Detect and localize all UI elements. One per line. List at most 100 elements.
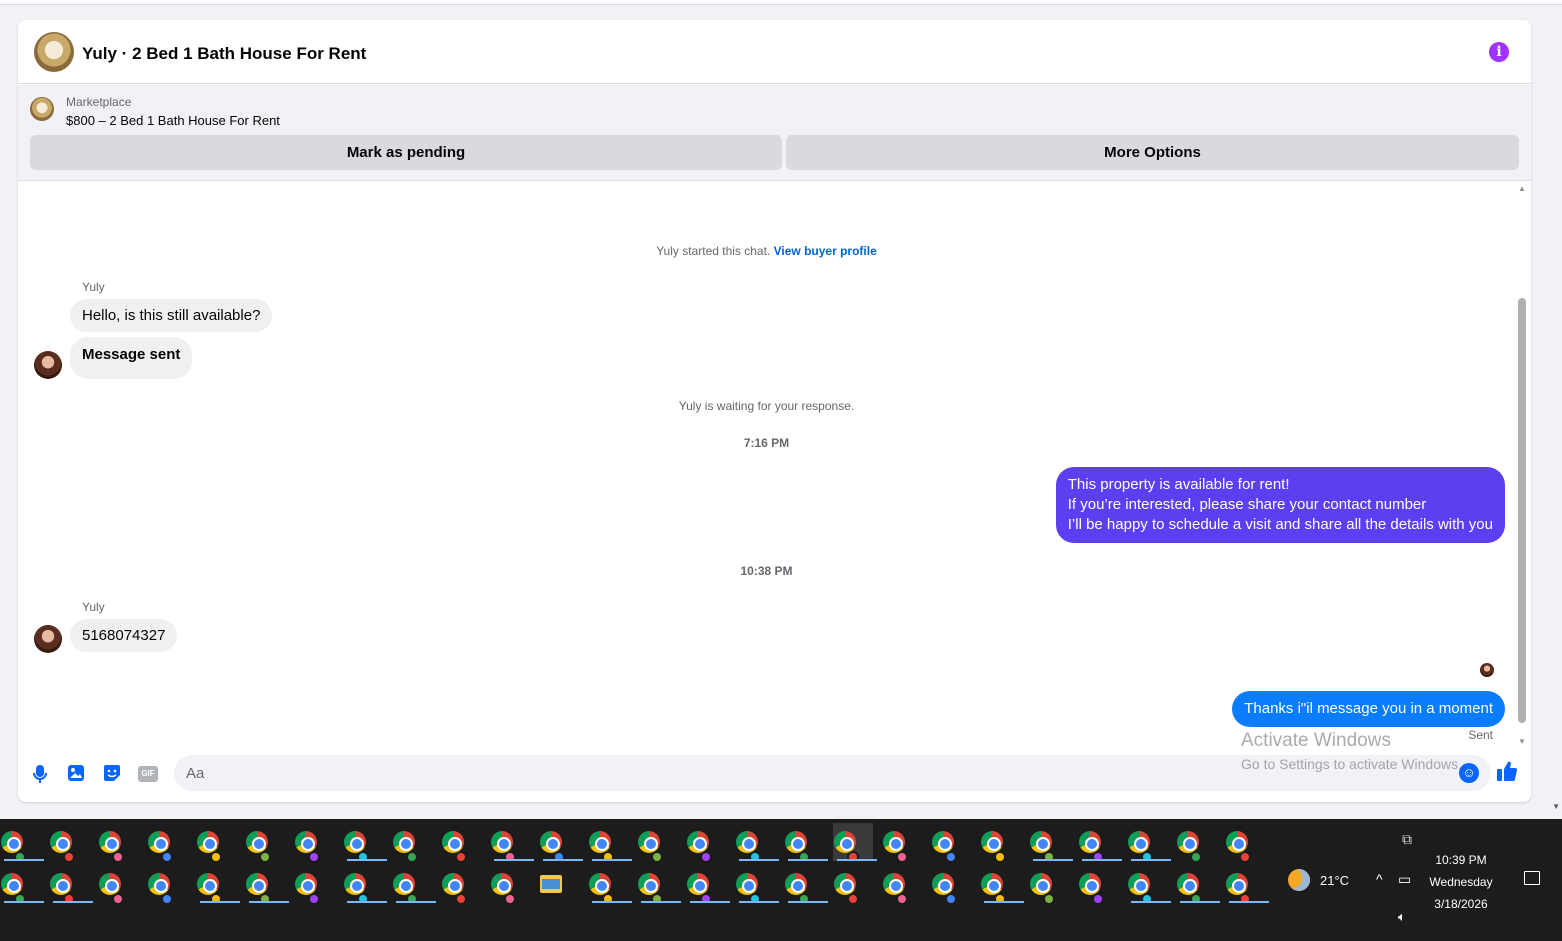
taskbar-chrome-window-button[interactable] — [686, 865, 730, 905]
buyer-avatar[interactable] — [34, 351, 62, 379]
taskbar-chrome-window-button[interactable] — [245, 823, 285, 863]
taskbar-chrome-window-button[interactable] — [882, 865, 922, 905]
taskbar-chrome-window-button[interactable] — [1078, 823, 1122, 863]
message-scrollbar[interactable]: ▲ ▼ — [1517, 184, 1527, 746]
taskbar-chrome-window-button[interactable] — [490, 823, 534, 863]
taskbar-chrome-window-button[interactable] — [98, 823, 138, 863]
profile-badge-icon — [1190, 893, 1202, 905]
taskbar-chrome-window-button[interactable] — [98, 865, 138, 905]
taskbar-chrome-window-button[interactable] — [196, 865, 240, 905]
taskbar-chrome-window-button[interactable] — [1225, 865, 1269, 905]
taskbar-chrome-window-button[interactable] — [735, 865, 779, 905]
taskbar-chrome-window-button[interactable] — [294, 865, 334, 905]
taskbar-chrome-window-button[interactable] — [833, 865, 873, 905]
taskbar-chrome-window-button[interactable] — [147, 823, 187, 863]
meet-now-icon[interactable]: ⧉ — [1402, 831, 1412, 848]
taskbar-chrome-window-button[interactable] — [392, 823, 432, 863]
notification-center-icon[interactable] — [1524, 871, 1540, 885]
taskbar-chrome-window-button[interactable] — [539, 823, 583, 863]
emoji-icon[interactable]: ☺ — [1459, 763, 1479, 783]
view-buyer-profile-link[interactable]: View buyer profile — [774, 244, 877, 258]
taskbar-chrome-window-button[interactable] — [588, 823, 632, 863]
volume-icon[interactable]: 🔈︎ — [1398, 909, 1406, 925]
thumbs-up-icon[interactable] — [1495, 760, 1519, 784]
chevron-up-icon[interactable]: ^ — [1376, 871, 1383, 887]
listing-title[interactable]: $800 – 2 Bed 1 Bath House For Rent — [66, 113, 280, 128]
scroll-thumb[interactable] — [1518, 298, 1526, 723]
taskbar-chrome-window-button[interactable] — [1176, 823, 1216, 863]
taskbar-chrome-window-button[interactable] — [147, 865, 187, 905]
taskbar-chrome-window-button[interactable] — [735, 823, 779, 863]
profile-badge-icon — [455, 851, 467, 863]
chrome-icon — [295, 831, 320, 863]
listing-avatar[interactable] — [34, 32, 74, 72]
microphone-icon[interactable] — [30, 764, 50, 784]
taskbar-chrome-window-button[interactable] — [1176, 865, 1220, 905]
taskbar-chrome-window-button[interactable] — [931, 823, 971, 863]
taskbar-chrome-window-button[interactable] — [490, 865, 530, 905]
taskbar-file-explorer-button[interactable] — [539, 865, 579, 903]
scroll-down-arrow[interactable]: ▼ — [1518, 737, 1526, 746]
taskbar-chrome-window-button[interactable] — [882, 823, 922, 863]
taskbar-chrome-window-button[interactable] — [245, 865, 289, 905]
chat-title[interactable]: Yuly · 2 Bed 1 Bath House For Rent — [82, 44, 366, 64]
taskbar-chrome-window-button[interactable] — [637, 865, 681, 905]
image-icon[interactable] — [66, 764, 86, 784]
taskbar-chrome-window-button[interactable] — [784, 865, 828, 905]
taskbar-chrome-window-button[interactable] — [49, 865, 93, 905]
taskbar-chrome-window-button[interactable] — [1029, 865, 1069, 905]
taskbar-chrome-window-button[interactable] — [441, 823, 481, 863]
taskbar-chrome-window-button[interactable] — [686, 823, 726, 863]
taskbar-chrome-window-button[interactable] — [784, 823, 828, 863]
taskbar-chrome-window-button[interactable] — [0, 865, 44, 905]
taskbar-chrome-window-button[interactable] — [441, 865, 481, 905]
incoming-message[interactable]: Message sent — [70, 337, 193, 379]
sender-name: Yuly — [82, 280, 105, 294]
taskbar-chrome-window-button[interactable] — [637, 823, 677, 863]
taskbar-chrome-window-button[interactable] — [392, 865, 436, 905]
taskbar-chrome-window-button[interactable] — [931, 865, 971, 905]
taskbar-chrome-window-button[interactable] — [49, 823, 89, 863]
taskbar-chrome-window-button[interactable] — [588, 865, 632, 905]
taskbar-chrome-window-button[interactable] — [980, 865, 1024, 905]
taskbar-chrome-window-button[interactable] — [833, 823, 877, 863]
taskbar-chrome-window-button[interactable] — [1225, 823, 1265, 863]
scroll-up-arrow[interactable]: ▲ — [1518, 184, 1526, 193]
profile-badge-icon — [161, 851, 173, 863]
taskbar-chrome-window-button[interactable] — [196, 823, 236, 863]
mark-as-pending-button[interactable]: Mark as pending — [30, 135, 782, 170]
buyer-avatar[interactable] — [34, 625, 62, 653]
outgoing-message[interactable]: Thanks i"il message you in a moment — [1232, 691, 1505, 727]
incoming-message[interactable]: 5168074327 — [70, 619, 178, 652]
page-scroll-down-arrow[interactable]: ▼ — [1552, 802, 1560, 811]
taskbar-chrome-window-button[interactable] — [0, 823, 44, 863]
weather-temperature[interactable]: 21°C — [1320, 873, 1349, 888]
sticker-icon[interactable] — [102, 764, 122, 784]
chrome-icon — [1226, 831, 1251, 863]
taskbar-chrome-window-button[interactable] — [343, 823, 387, 863]
taskbar-chrome-window-button[interactable] — [1127, 823, 1171, 863]
profile-badge-icon — [112, 893, 124, 905]
gif-icon[interactable]: GIF — [138, 766, 158, 782]
network-icon[interactable]: ▭ — [1398, 871, 1411, 888]
chrome-icon — [1128, 831, 1153, 863]
taskbar-chrome-window-button[interactable] — [1078, 865, 1118, 905]
chrome-icon — [1177, 831, 1202, 863]
profile-badge-icon — [945, 851, 957, 863]
message-list[interactable]: Yuly started this chat. View buyer profi… — [18, 182, 1515, 752]
taskbar-clock[interactable]: 10:39 PM Wednesday 3/18/2026 — [1416, 849, 1506, 915]
chrome-icon — [981, 831, 1006, 863]
outgoing-message[interactable]: This property is available for rent! If … — [1055, 467, 1505, 543]
taskbar-chrome-window-button[interactable] — [294, 823, 334, 863]
taskbar-chrome-window-button[interactable] — [980, 823, 1020, 863]
taskbar-row — [0, 823, 1270, 865]
taskbar-chrome-window-button[interactable] — [343, 865, 387, 905]
taskbar-chrome-window-button[interactable] — [1029, 823, 1073, 863]
listing-thumbnail[interactable] — [30, 97, 54, 121]
more-options-button[interactable]: More Options — [786, 135, 1519, 170]
weather-icon[interactable] — [1288, 869, 1310, 891]
incoming-message[interactable]: Hello, is this still available? — [70, 299, 273, 332]
taskbar-chrome-window-button[interactable] — [1127, 865, 1171, 905]
info-icon[interactable]: i — [1489, 42, 1509, 62]
profile-badge-icon — [1092, 893, 1104, 905]
